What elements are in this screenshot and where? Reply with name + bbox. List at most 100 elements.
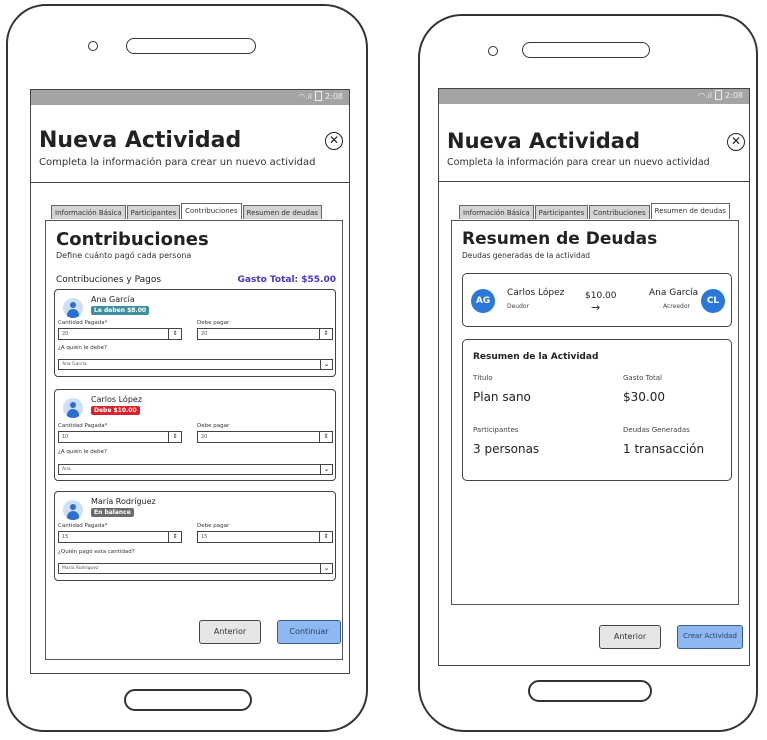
section-title: Resumen de Deudas	[462, 229, 658, 249]
debtor-avatar: AG	[471, 289, 495, 313]
total-value: $30.00	[623, 390, 665, 404]
debt-amount: $10.00	[585, 291, 617, 301]
page-subtitle: Completa la información para crear un nu…	[39, 157, 316, 168]
status-bar: ◠.ıl 2:08	[439, 89, 749, 104]
owe-input[interactable]: 15 ⇕	[197, 531, 333, 543]
owe-label: Debe pagar	[197, 523, 230, 529]
tab-resumen-deudas[interactable]: Resumen de deudas	[242, 205, 322, 219]
continue-button[interactable]: Continuar	[277, 620, 341, 644]
debtor-name: Carlos López	[507, 288, 565, 298]
paid-input[interactable]: 15 ⇕	[58, 531, 182, 543]
stepper-icon[interactable]: ⇕	[319, 432, 332, 442]
status-badge: Debe $10.00	[91, 406, 140, 415]
participants-value: 3 personas	[473, 442, 540, 456]
paid-label: Cantidad Pagada*	[58, 523, 108, 529]
section-subtitle: Deudas generadas de la actividad	[462, 251, 591, 260]
who-label: ¿A quién le debe?	[58, 345, 107, 351]
participant-name: Carlos López	[91, 395, 143, 404]
header-divider	[439, 181, 749, 182]
camera-icon	[88, 41, 98, 51]
section-title: Contribuciones	[56, 229, 209, 250]
paid-label: Cantidad Pagada*	[58, 423, 108, 429]
chevron-down-icon: ⌄	[320, 465, 332, 474]
tab-bar: Información Básica Participantes Contrib…	[459, 203, 731, 219]
status-badge: Le deben $8.00	[91, 306, 150, 315]
status-badge: En balance	[91, 508, 134, 517]
participants-label: Participantes	[473, 426, 519, 434]
stepper-icon[interactable]: ⇕	[319, 532, 332, 542]
participant-name: Ana García	[91, 295, 135, 304]
summary-title: Resumen de la Actividad	[473, 352, 599, 362]
home-button[interactable]	[528, 680, 652, 702]
debts-label: Deudas Generadas	[623, 426, 690, 434]
previous-button[interactable]: Anterior	[199, 620, 261, 644]
speaker-grille	[126, 38, 256, 54]
stepper-icon[interactable]: ⇕	[319, 329, 332, 339]
user-avatar-icon	[63, 500, 83, 520]
resumen-panel: Resumen de Deudas Deudas generadas de la…	[451, 220, 739, 605]
title-label: Título	[473, 374, 493, 382]
tab-contribuciones[interactable]: Contribuciones	[181, 203, 242, 219]
wifi-icon: ◠.ıl	[298, 91, 313, 101]
phone-frame-right: ◠.ıl 2:08 Nueva Actividad Completa la in…	[418, 14, 758, 732]
participant-name: María Rodríguez	[91, 497, 156, 506]
tab-informacion-basica[interactable]: Información Básica	[51, 205, 126, 219]
contribuciones-panel: Contribuciones Define cuánto pagó cada p…	[45, 220, 343, 660]
who-select[interactable]: María Rodríguez ⌄	[58, 563, 333, 574]
debt-card: AG Carlos López Deudor $10.00 → Ana Garc…	[462, 273, 732, 327]
participant-card: Carlos López Debe $10.00 Cantidad Pagada…	[54, 389, 336, 481]
list-title: Contribuciones y Pagos	[56, 275, 162, 285]
creditor-role: Acreedor	[663, 303, 690, 310]
screen-contribuciones: ◠.ıl 2:08 Nueva Actividad Completa la in…	[30, 89, 350, 674]
camera-icon	[488, 46, 498, 56]
stepper-icon[interactable]: ⇕	[168, 432, 181, 442]
section-subtitle: Define cuánto pagó cada persona	[56, 251, 192, 260]
home-button[interactable]	[124, 689, 252, 711]
owe-input[interactable]: 20 ⇕	[197, 431, 333, 443]
who-label: ¿A quién le debe?	[58, 449, 107, 455]
status-time: 2:08	[725, 90, 743, 100]
chevron-down-icon: ⌄	[320, 360, 332, 369]
activity-summary-card: Resumen de la Actividad Título Plan sano…	[462, 339, 732, 481]
page-subtitle: Completa la información para crear un nu…	[447, 157, 710, 168]
owe-input[interactable]: 20 ⇕	[197, 328, 333, 340]
status-bar: ◠.ıl 2:08	[31, 90, 349, 105]
who-select[interactable]: Ana García ⌄	[58, 359, 333, 370]
total-label: Gasto Total: $55.00	[237, 275, 337, 285]
tab-informacion-basica[interactable]: Información Básica	[459, 205, 534, 219]
user-avatar-icon	[63, 398, 83, 418]
close-icon[interactable]: ✕	[325, 132, 343, 150]
stepper-icon[interactable]: ⇕	[168, 329, 181, 339]
user-avatar-icon	[63, 298, 83, 318]
title-value: Plan sano	[473, 390, 531, 404]
screen-resumen-deudas: ◠.ıl 2:08 Nueva Actividad Completa la in…	[438, 88, 750, 666]
paid-input[interactable]: 20 ⇕	[58, 328, 182, 340]
paid-label: Cantidad Pagada*	[58, 320, 108, 326]
stepper-icon[interactable]: ⇕	[168, 532, 181, 542]
owe-label: Debe pagar	[197, 320, 230, 326]
wifi-icon: ◠.ıl	[698, 90, 713, 100]
arrow-right-icon: →	[591, 301, 601, 314]
create-activity-button[interactable]: Crear Actividad	[677, 625, 743, 649]
page-title: Nueva Actividad	[447, 129, 640, 153]
who-select[interactable]: Ana ⌄	[58, 464, 333, 475]
tab-contribuciones[interactable]: Contribuciones	[589, 205, 650, 219]
previous-button[interactable]: Anterior	[599, 625, 661, 649]
paid-input[interactable]: 10 ⇕	[58, 431, 182, 443]
header-divider	[31, 182, 349, 183]
close-icon[interactable]: ✕	[727, 133, 745, 151]
speaker-grille	[522, 42, 650, 58]
creditor-avatar: CL	[701, 289, 725, 313]
status-time: 2:08	[325, 91, 343, 101]
page-title: Nueva Actividad	[39, 128, 242, 153]
tab-resumen-deudas[interactable]: Resumen de deudas	[650, 203, 730, 219]
debts-value: 1 transacción	[623, 442, 705, 456]
participant-card: Ana García Le deben $8.00 Cantidad Pagad…	[54, 289, 336, 377]
tab-participantes[interactable]: Participantes	[126, 205, 181, 219]
phone-frame-left: ◠.ıl 2:08 Nueva Actividad Completa la in…	[6, 4, 368, 732]
owe-label: Debe pagar	[197, 423, 230, 429]
tab-bar: Información Básica Participantes Contrib…	[51, 203, 323, 219]
debtor-role: Deudor	[507, 303, 530, 310]
battery-icon	[315, 91, 323, 101]
tab-participantes[interactable]: Participantes	[534, 205, 589, 219]
